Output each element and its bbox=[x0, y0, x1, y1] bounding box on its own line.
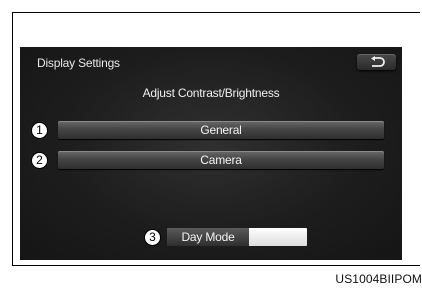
callout-3: 3 bbox=[144, 229, 161, 246]
screen-title: Display Settings bbox=[37, 56, 120, 70]
day-mode-label: Day Mode bbox=[167, 228, 249, 246]
general-button[interactable]: General bbox=[58, 121, 384, 139]
callout-1: 1 bbox=[31, 122, 48, 139]
image-code: US1004BIIPOM bbox=[335, 272, 422, 286]
day-mode-toggle[interactable]: Day Mode bbox=[167, 228, 307, 246]
back-button[interactable] bbox=[357, 54, 396, 70]
screen-subtitle: Adjust Contrast/Brightness bbox=[142, 86, 280, 100]
display-settings-screen: Display Settings Adjust Contrast/Brightn… bbox=[20, 47, 402, 260]
callout-2: 2 bbox=[31, 152, 48, 169]
back-arrow-icon bbox=[371, 56, 385, 67]
camera-button[interactable]: Camera bbox=[58, 151, 384, 169]
